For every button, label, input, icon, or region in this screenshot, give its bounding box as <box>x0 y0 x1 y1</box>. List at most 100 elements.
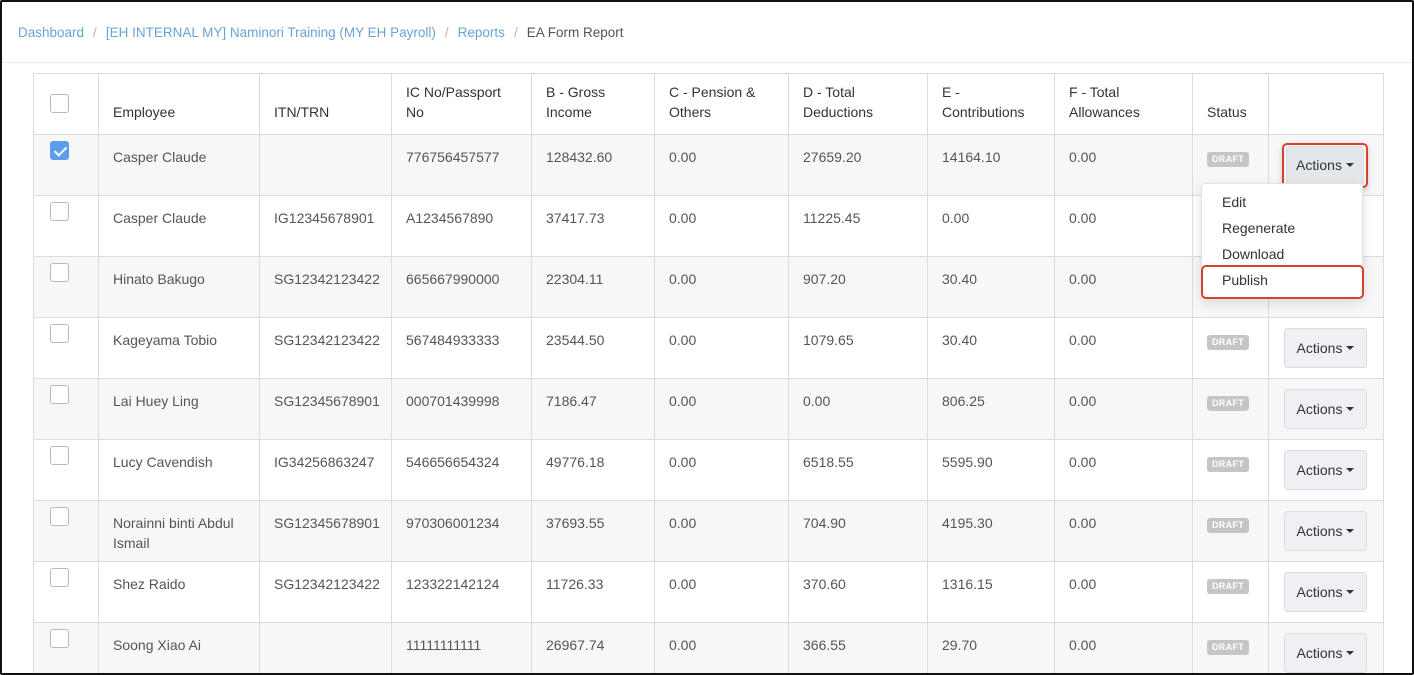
cell-employee: Casper Claude <box>98 195 260 257</box>
cell-deductions: 704.90 <box>788 500 928 562</box>
row-select-cell <box>33 439 99 501</box>
col-gross-label-line1: B - Gross <box>546 84 606 100</box>
actions-button[interactable]: Actions <box>1284 572 1367 612</box>
caret-down-icon <box>1346 468 1355 473</box>
row-checkbox[interactable] <box>50 507 69 526</box>
col-deductions[interactable]: D - Total Deductions <box>788 73 928 135</box>
table-row: Hinato Bakugo SG12342123422 665667990000 22… <box>33 256 1384 318</box>
col-allowances-label-line2: Allowances <box>1069 104 1140 120</box>
cell-pension: 0.00 <box>654 378 789 440</box>
col-contributions[interactable]: E - Contributions <box>927 73 1055 135</box>
col-allowances[interactable]: F - Total Allowances <box>1054 73 1193 135</box>
publish-highlight <box>1201 265 1364 299</box>
col-actions <box>1268 73 1384 135</box>
cell-pension: 0.00 <box>654 195 789 257</box>
cell-gross: 26967.74 <box>531 622 655 673</box>
actions-button-label: Actions <box>1296 340 1343 356</box>
cell-contributions: 30.40 <box>927 317 1055 379</box>
cell-pension: 0.00 <box>654 500 789 562</box>
status-badge: DRAFT <box>1207 457 1249 472</box>
actions-button[interactable]: Actions <box>1284 633 1367 673</box>
table-row: Norainni binti Abdul Ismail SG12345678901… <box>33 500 1384 562</box>
actions-button-open[interactable]: Actions <box>1286 146 1364 185</box>
cell-status: DRAFT <box>1192 561 1269 623</box>
col-employee[interactable]: Employee <box>98 73 260 135</box>
breadcrumb-separator: / <box>513 25 518 40</box>
actions-button-label: Actions <box>1296 584 1343 600</box>
row-checkbox-checked[interactable] <box>50 141 69 160</box>
cell-ic: 970306001234 <box>391 500 532 562</box>
row-checkbox[interactable] <box>50 629 69 648</box>
row-checkbox[interactable] <box>50 385 69 404</box>
row-checkbox[interactable] <box>50 446 69 465</box>
cell-employee: Shez Raido <box>98 561 260 623</box>
actions-button[interactable]: Actions <box>1284 389 1367 429</box>
breadcrumb-company[interactable]: [EH INTERNAL MY] Naminori Training (MY E… <box>106 25 436 40</box>
actions-button[interactable]: Actions <box>1284 511 1367 551</box>
col-ic-label-line1: IC No/Passport <box>406 84 501 100</box>
breadcrumb-dashboard[interactable]: Dashboard <box>18 25 84 40</box>
cell-deductions: 1079.65 <box>788 317 928 379</box>
cell-itn: SG12342123422 <box>259 561 392 623</box>
cell-gross: 7186.47 <box>531 378 655 440</box>
col-ic[interactable]: IC No/Passport No <box>391 73 532 135</box>
breadcrumb-separator: / <box>93 25 97 40</box>
col-pension[interactable]: C - Pension & Others <box>654 73 789 135</box>
select-all-cell <box>33 73 99 135</box>
cell-employee: Hinato Bakugo <box>98 256 260 318</box>
cell-itn: SG12342123422 <box>259 256 392 318</box>
cell-pension: 0.00 <box>654 256 789 318</box>
cell-deductions: 6518.55 <box>788 439 928 501</box>
actions-button-label: Actions <box>1296 157 1342 173</box>
cell-employee: Lai Huey Ling <box>98 378 260 440</box>
col-allowances-label-line1: F - Total <box>1069 84 1120 100</box>
row-select-cell <box>33 500 99 562</box>
cell-deductions: 11225.45 <box>788 195 928 257</box>
table-row: Kageyama Tobio SG12342123422 567484933333 2… <box>33 317 1384 379</box>
col-itn[interactable]: ITN/TRN <box>259 73 392 135</box>
table-header-row: Employee ITN/TRN IC No/Passport No B - Gr… <box>33 73 1384 135</box>
caret-down-icon <box>1346 407 1355 412</box>
cell-contributions: 14164.10 <box>927 134 1055 196</box>
breadcrumb-reports[interactable]: Reports <box>458 25 505 40</box>
col-status[interactable]: Status <box>1192 73 1269 135</box>
cell-ic: 11111111111 <box>391 622 532 673</box>
cell-status: DRAFT <box>1192 622 1269 673</box>
row-checkbox[interactable] <box>50 202 69 221</box>
cell-ic: 000701439998 <box>391 378 532 440</box>
menu-item-regenerate[interactable]: Regenerate <box>1222 220 1295 236</box>
ea-form-table: Employee ITN/TRN IC No/Passport No B - Gr… <box>33 73 1384 673</box>
actions-button-label: Actions <box>1296 645 1343 661</box>
status-badge: DRAFT <box>1207 396 1249 411</box>
status-badge: DRAFT <box>1207 518 1249 533</box>
actions-button-label: Actions <box>1296 401 1343 417</box>
cell-pension: 0.00 <box>654 622 789 673</box>
actions-button[interactable]: Actions <box>1284 328 1367 368</box>
row-select-cell <box>33 561 99 623</box>
row-checkbox[interactable] <box>50 263 69 282</box>
caret-down-icon <box>1345 163 1354 168</box>
cell-allowances: 0.00 <box>1054 439 1193 501</box>
cell-itn: SG12342123422 <box>259 317 392 379</box>
menu-item-edit[interactable]: Edit <box>1222 194 1246 210</box>
cell-status: DRAFT <box>1192 317 1269 379</box>
col-employee-label: Employee <box>113 104 176 120</box>
menu-item-download[interactable]: Download <box>1222 246 1284 262</box>
actions-button[interactable]: Actions <box>1284 450 1367 490</box>
row-checkbox[interactable] <box>50 324 69 343</box>
col-gross[interactable]: B - Gross Income <box>531 73 655 135</box>
cell-employee: Soong Xiao Ai <box>98 622 260 673</box>
cell-contributions: 1316.15 <box>927 561 1055 623</box>
col-contributions-label-line2: Contributions <box>942 104 1025 120</box>
cell-gross: 23544.50 <box>531 317 655 379</box>
header-divider <box>2 62 1412 63</box>
cell-deductions: 27659.20 <box>788 134 928 196</box>
table-row: Lai Huey Ling SG12345678901 000701439998 71… <box>33 378 1384 440</box>
status-badge: DRAFT <box>1207 335 1249 350</box>
cell-itn: SG12345678901 <box>259 500 392 562</box>
col-status-label: Status <box>1207 104 1247 120</box>
select-all-checkbox[interactable] <box>50 94 69 113</box>
cell-itn: SG12345678901 <box>259 378 392 440</box>
row-checkbox[interactable] <box>50 568 69 587</box>
row-select-cell <box>33 317 99 379</box>
